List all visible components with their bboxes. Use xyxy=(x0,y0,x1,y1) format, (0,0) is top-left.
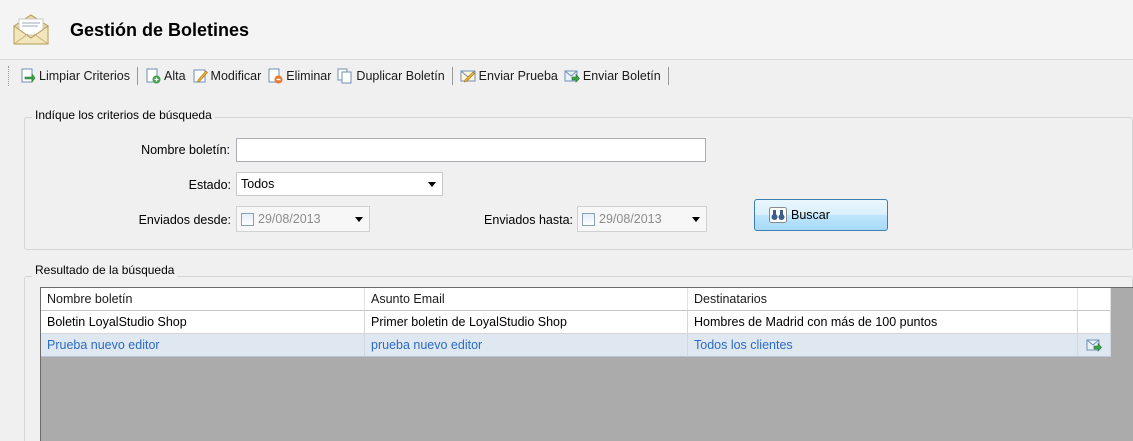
toolbar-separator xyxy=(451,67,453,85)
duplicate-button[interactable]: Duplicar Boletín xyxy=(334,64,447,88)
cell-subject[interactable]: prueba nuevo editor xyxy=(365,334,688,357)
table-row-selected[interactable]: Prueba nuevo editor prueba nuevo editor … xyxy=(41,334,1111,357)
column-header-action[interactable] xyxy=(1078,288,1111,311)
clear-criteria-button[interactable]: Limpiar Criterios xyxy=(17,64,133,88)
criteria-caption: Indíque los criterios de búsqueda xyxy=(32,108,215,122)
delete-document-icon xyxy=(267,68,283,84)
results-grid[interactable]: Nombre boletín Asunto Email Destinatario… xyxy=(40,287,1133,441)
cell-action[interactable] xyxy=(1078,334,1111,357)
newsletter-name-label: Nombre boletín: xyxy=(141,143,230,157)
edit-icon xyxy=(192,68,208,84)
sent-from-checkbox[interactable] xyxy=(241,212,254,226)
toolbar-separator xyxy=(667,67,669,85)
sent-to-checkbox[interactable] xyxy=(582,212,595,226)
sent-from-date-picker[interactable]: 29/08/2013 xyxy=(236,206,370,232)
table-row[interactable]: Boletin LoyalStudio Shop Primer boletin … xyxy=(41,311,1111,334)
column-header-name[interactable]: Nombre boletín xyxy=(41,288,365,311)
search-button[interactable]: Buscar xyxy=(754,199,888,231)
toolbar-separator xyxy=(137,67,138,85)
edit-button[interactable]: Modificar xyxy=(189,64,265,88)
state-select[interactable]: Todos xyxy=(236,172,443,196)
send-newsletter-button[interactable]: Enviar Boletín xyxy=(561,64,664,88)
toolbar: Limpiar Criterios Alta Modificar Elimina… xyxy=(0,60,1133,92)
toolbar-grip[interactable] xyxy=(8,66,11,86)
test-send-icon xyxy=(460,68,476,84)
state-label: Estado: xyxy=(188,178,231,192)
chevron-down-icon xyxy=(355,216,363,222)
grid-header-row: Nombre boletín Asunto Email Destinatario… xyxy=(41,288,1111,311)
envelope-icon xyxy=(10,12,52,48)
column-header-subject[interactable]: Asunto Email xyxy=(365,288,688,311)
page-title: Gestión de Boletines xyxy=(70,20,250,40)
send-icon xyxy=(564,68,580,84)
cell-subject[interactable]: Primer boletin de LoyalStudio Shop xyxy=(365,311,688,334)
sent-to-label: Enviados hasta: xyxy=(484,213,573,227)
add-button[interactable]: Alta xyxy=(142,64,189,88)
delete-button[interactable]: Eliminar xyxy=(264,64,334,88)
newsletter-name-input[interactable] xyxy=(236,138,706,162)
chevron-down-icon xyxy=(692,216,700,222)
state-select-value: Todos xyxy=(241,177,275,191)
sent-from-label: Enviados desde: xyxy=(138,213,231,227)
chevron-down-icon xyxy=(428,181,436,187)
column-header-recipients[interactable]: Destinatarios xyxy=(688,288,1078,311)
send-test-button[interactable]: Enviar Prueba xyxy=(457,64,561,88)
clear-icon xyxy=(20,68,36,84)
cell-action[interactable] xyxy=(1078,311,1111,334)
cell-name[interactable]: Prueba nuevo editor xyxy=(41,334,365,357)
binoculars-icon xyxy=(769,207,787,223)
cell-recipients[interactable]: Todos los clientes xyxy=(688,334,1078,357)
sent-to-date-picker[interactable]: 29/08/2013 xyxy=(577,206,707,232)
sent-to-date-value: 29/08/2013 xyxy=(599,212,662,226)
results-caption: Resultado de la búsqueda xyxy=(32,263,178,277)
duplicate-icon xyxy=(337,68,353,84)
search-button-label: Buscar xyxy=(791,208,830,222)
sent-from-date-value: 29/08/2013 xyxy=(258,212,321,226)
send-icon[interactable] xyxy=(1086,337,1102,353)
cell-name[interactable]: Boletin LoyalStudio Shop xyxy=(41,311,365,334)
add-document-icon xyxy=(145,68,161,84)
cell-recipients[interactable]: Hombres de Madrid con más de 100 puntos xyxy=(688,311,1078,334)
